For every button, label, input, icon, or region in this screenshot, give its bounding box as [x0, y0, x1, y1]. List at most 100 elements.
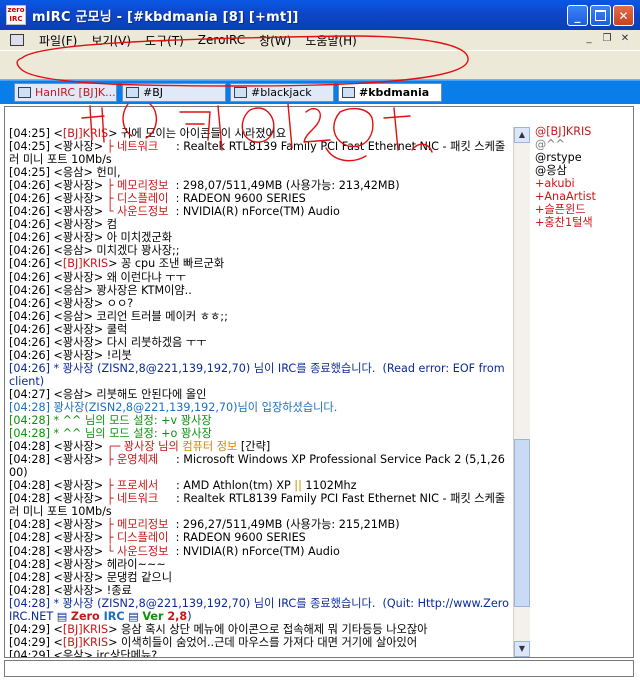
- chat-line-segment: [04:27] <응삼> 리붓해도 안된다에 올인: [9, 387, 207, 401]
- chat-line-segment: ├ 네트워크: [106, 140, 159, 154]
- chat-line-segment: : AMD Athlon(tm) XP: [158, 479, 295, 493]
- menu-file[interactable]: 파일(F): [32, 32, 84, 49]
- message-input-box[interactable]: [4, 660, 634, 680]
- chat-line-segment: [04:26] <꽝사장>: [9, 179, 107, 193]
- chat-line-segment: [04:26] <꽝사장>: [9, 192, 107, 206]
- chat-line-segment: [04:26] <꽝사장> 컴: [9, 218, 118, 232]
- switchbar-tab-blackjack[interactable]: #blackjack: [230, 83, 334, 102]
- menu-help[interactable]: 도움말(H): [298, 32, 364, 49]
- nicklist-item[interactable]: +홍찬1털색: [532, 216, 632, 229]
- chat-line: [04:29] <[BJ]KRIS> 응삼 혹시 상단 메뉴에 아이콘으로 접속…: [9, 623, 511, 636]
- toolbar[interactable]: [0, 50, 640, 80]
- scroll-thumb[interactable]: [514, 439, 530, 607]
- chat-line: [04:26] <꽝사장> 쿨럭: [9, 323, 511, 336]
- chat-line-segment: > 응삼 혹시 상단 메뉴에 아이콘으로 접속해제 뭐 기타등등 나오잖아: [108, 622, 428, 636]
- chat-line: [04:28] 꽝사장(ZISN2,8@221,139,192,70)님이 입장…: [9, 401, 511, 414]
- chat-line-segment: Zero: [70, 609, 100, 623]
- mdi-close-button[interactable]: ✕: [618, 33, 632, 46]
- chat-line: [04:29] <응삼> irc상단메뉴?: [9, 649, 511, 657]
- chat-line: [04:27] <응삼> 리붓해도 안된다에 올인: [9, 388, 511, 401]
- chat-line-segment: > 귀에 모이는 아이콘들이 사라졌어요: [108, 127, 287, 140]
- chat-line-segment: [04:25] <응삼> 헌미,: [9, 166, 121, 180]
- close-button[interactable]: ✕: [613, 5, 634, 26]
- chat-line-segment: [04:28] <꽝사장> !종료: [9, 583, 132, 597]
- chat-line-segment: : 296,27/511,49MB (사용가능: 215,21MB): [168, 518, 400, 532]
- chat-line: [04:28] <꽝사장> ┌─ 꽝사장 님의 컴퓨터 정보 [간략]: [9, 440, 511, 453]
- chat-line: [04:26] <꽝사장> └ 사운드정보 : NVIDIA(R) nForce…: [9, 205, 511, 218]
- nicklist-item[interactable]: @응삼: [532, 164, 632, 177]
- mdi-window-controls: _ ❐ ✕: [582, 33, 632, 46]
- chat-line-segment: ├ 메모리정보: [106, 179, 169, 193]
- minimize-icon: _: [574, 8, 581, 23]
- switchbar-tab-hanirc[interactable]: HanIRC [BJ]K...: [14, 83, 117, 102]
- nicklist-item[interactable]: @rstype: [532, 151, 632, 164]
- scroll-down-button[interactable]: ▼: [514, 641, 530, 657]
- chat-scrollbar[interactable]: ▲ ▼: [513, 127, 530, 657]
- chat-line: [04:26] <꽝사장> 다시 리붓하겠음 ㅜㅜ: [9, 336, 511, 349]
- chat-line: [04:26] <꽝사장> ├ 메모리정보 : 298,07/511,49MB …: [9, 179, 511, 192]
- chat-line-segment: : RADEON 9600 SERIES: [168, 192, 306, 206]
- message-input[interactable]: [5, 665, 633, 680]
- switchbar-tab-bj[interactable]: #BJ: [122, 83, 226, 102]
- chat-line-segment: : NVIDIA(R) nForce(TM) Audio: [168, 205, 340, 219]
- chat-line-segment: [04:25] <: [9, 127, 63, 140]
- chat-line: [04:28] <꽝사장> ├ 운영체제 : Microsoft Windows…: [9, 453, 511, 479]
- chat-line-segment: [04:26] <꽝사장> ㅇㅇ?: [9, 296, 134, 310]
- chat-line: [04:28] <꽝사장> 헤라이~~~: [9, 558, 511, 571]
- chat-line: [04:26] <꽝사장> 왜 이런다냐 ㅜㅜ: [9, 271, 511, 284]
- channel-window-icon[interactable]: [10, 34, 24, 46]
- window-controls: _ ✕: [567, 5, 634, 26]
- nicklist-item[interactable]: @^^: [532, 138, 632, 151]
- chat-line-segment: [04:28] <꽝사장> 헤라이~~~: [9, 557, 166, 571]
- chat-line-segment: [BJ]KRIS: [62, 127, 109, 140]
- chat-line-segment: [04:29] <응삼> irc상단메뉴?: [9, 648, 158, 657]
- chat-line: [04:25] <꽝사장> ├ 네트워크 : Realtek RTL8139 F…: [9, 140, 511, 166]
- chat-line: [04:28] <꽝사장> ├ 메모리정보 : 296,27/511,49MB …: [9, 518, 511, 531]
- nicklist-item[interactable]: @[BJ]KRIS: [532, 125, 632, 138]
- chat-line-segment: 컴퓨터 정보: [182, 440, 238, 454]
- mdi-restore-button[interactable]: ❐: [600, 33, 614, 46]
- chat-log[interactable]: [04:25] <[BJ]KRIS> 귀에 모이는 아이콘들이 사라졌어요 [04…: [9, 127, 511, 657]
- nicklist-item[interactable]: +슬픈윈드: [532, 203, 632, 216]
- chat-line: [04:26] <응삼> 꽝사장은 KTM이얌..: [9, 284, 511, 297]
- switchbar-tab-kbdmania[interactable]: #kbdmania: [338, 83, 442, 102]
- chat-line: [04:26] <꽝사장> 컴: [9, 218, 511, 231]
- chat-line-segment: ▤: [124, 609, 143, 623]
- zeroirc-app-icon[interactable]: zero IRC: [6, 5, 26, 25]
- nick-list[interactable]: @[BJ]KRIS @^^ @rstype @응삼 +akubi +AnaArtist +슬…: [532, 125, 632, 657]
- minimize-button[interactable]: _: [567, 5, 588, 26]
- chat-line-segment: 1102Mhz: [301, 479, 357, 493]
- switchbar: HanIRC [BJ]K... #BJ #blackjack #kbdmania: [0, 80, 640, 104]
- title-bar[interactable]: zero IRC mIRC 군모닝 - [#kbdmania [8] [+mt]…: [0, 0, 640, 30]
- chat-line-segment: [04:26] * 꽝사장 (ZISN2,8@221,139,192,70) 님…: [9, 361, 509, 388]
- chat-line-segment: ├ 디스플레이: [106, 192, 169, 206]
- chat-line-segment: [04:26] <꽝사장> 다시 리붓하겠음 ㅜㅜ: [9, 335, 207, 349]
- mdi-minimize-button[interactable]: _: [582, 33, 596, 46]
- chat-line: [04:28] <꽝사장> ├ 디스플레이 : RADEON 9600 SERI…: [9, 531, 511, 544]
- chat-line: [04:28] <꽝사장> ├ 네트워크 : Realtek RTL8139 F…: [9, 492, 511, 518]
- chat-line: [04:28] <꽝사장> 문댕컴 같으니: [9, 571, 511, 584]
- chat-line-segment: [04:26] <꽝사장> 쿨럭: [9, 322, 128, 336]
- chat-line-segment: [04:26] <: [9, 257, 63, 271]
- chat-line-segment: [04:28] * ^^ 님의 모드 설정: +v 꽝사장: [9, 414, 212, 428]
- menu-tools[interactable]: 도구(T): [138, 32, 191, 49]
- chat-line-segment: ||: [294, 479, 302, 493]
- chat-line-segment: [04:28] <꽝사장>: [9, 531, 107, 545]
- maximize-button[interactable]: [590, 5, 611, 26]
- chat-line-segment: [04:26] <꽝사장> 아 미치겠군화: [9, 231, 173, 245]
- channel-icon: [126, 87, 139, 98]
- chat-line-segment: [04:28] <꽝사장>: [9, 479, 107, 493]
- chat-line-segment: [04:25] <꽝사장>: [9, 140, 107, 154]
- scroll-up-button[interactable]: ▲: [514, 127, 530, 143]
- nicklist-item[interactable]: +akubi: [532, 177, 632, 190]
- chat-line: [04:28] * 꽝사장 (ZISN2,8@221,139,192,70) 님…: [9, 597, 511, 623]
- menu-zeroirc[interactable]: ZeroIRC: [191, 33, 252, 47]
- chat-line: [04:28] <꽝사장> └ 사운드정보 : NVIDIA(R) nForce…: [9, 545, 511, 558]
- chat-line-segment: ┌─ 꽝사장 님의: [106, 440, 183, 454]
- nicklist-item[interactable]: +AnaArtist: [532, 190, 632, 203]
- chat-line: [04:25] <[BJ]KRIS> 귀에 모이는 아이콘들이 사라졌어요: [9, 127, 511, 140]
- chat-line-segment: [BJ]KRIS: [62, 622, 109, 636]
- menu-view[interactable]: 보기(V): [84, 32, 138, 49]
- maximize-icon: [595, 10, 606, 21]
- menu-window[interactable]: 창(W): [252, 32, 298, 49]
